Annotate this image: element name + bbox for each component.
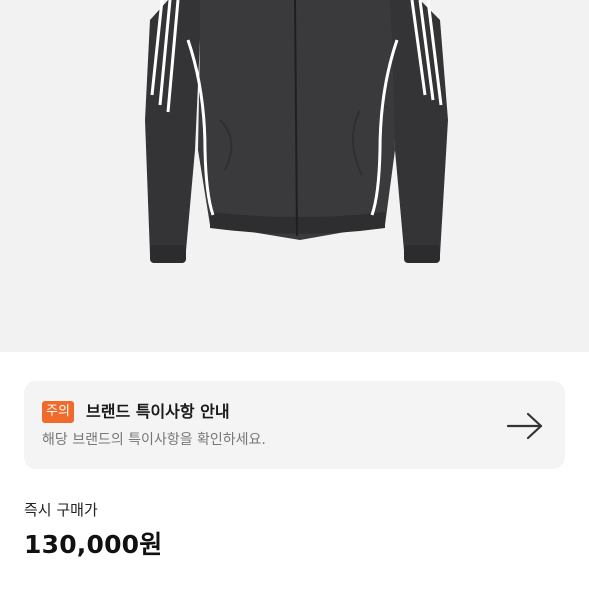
instant-buy-price-label: 즉시 구매가 [24,501,98,519]
caution-badge: 주의 [42,401,74,423]
jacket-illustration [145,0,448,263]
instant-buy-price-value: 130,000원 [24,530,163,559]
notice-arrow-button[interactable] [505,409,545,443]
brand-notice-card[interactable]: 주의 브랜드 특이사항 안내 해당 브랜드의 특이사항을 확인하세요. [24,381,565,469]
arrow-right-icon [506,412,543,440]
notice-title: 브랜드 특이사항 안내 [86,402,230,421]
product-image[interactable] [0,0,589,352]
notice-description: 해당 브랜드의 특이사항을 확인하세요. [42,432,266,448]
